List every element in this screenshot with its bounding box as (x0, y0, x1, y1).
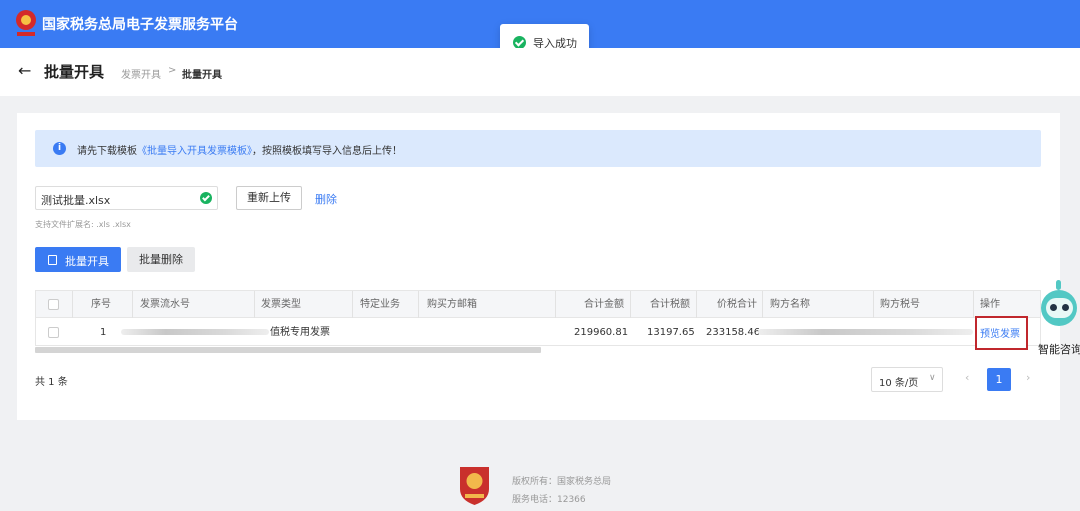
redacted-buyer-info (758, 329, 973, 335)
col-header-tax: 合计税额 (650, 299, 690, 310)
platform-title: 国家税务总局电子发票服务平台 (42, 17, 238, 33)
column-divider (696, 291, 697, 318)
column-divider (762, 291, 763, 318)
select-all-checkbox[interactable] (48, 299, 59, 310)
batch-delete-button[interactable]: 批量删除 (127, 247, 195, 272)
column-divider (132, 291, 133, 318)
batch-issue-label: 批量开具 (65, 255, 109, 268)
chevron-down-icon: ∨ (929, 373, 936, 383)
col-header-buyer-taxid: 购方税号 (880, 299, 920, 310)
tax-shield-emblem-icon (460, 467, 489, 505)
tax-emblem-icon (16, 10, 36, 36)
row-amount: 219960.81 (574, 327, 629, 338)
page-size-value: 10 条/页 (879, 378, 919, 389)
column-divider (873, 291, 874, 318)
row-checkbox[interactable] (48, 327, 59, 338)
table-row: 1 值税专用发票 219960.81 13197.65 233158.46 (36, 319, 1040, 346)
prev-page-icon[interactable]: ‹ (965, 371, 969, 384)
column-divider (630, 291, 631, 318)
redacted-serial (121, 329, 269, 335)
breadcrumb-item-current: 批量开具 (182, 70, 222, 81)
column-divider (72, 291, 73, 318)
batch-issue-button[interactable]: 批量开具 (35, 247, 121, 272)
page-header: ← 批量开具 发票开具 > 批量开具 (0, 48, 1080, 96)
col-header-buyer-name: 购方名称 (770, 299, 810, 310)
row-invoice-type: 值税专用发票 (270, 327, 330, 338)
file-extension-hint: 支持文件扩展名: .xls .xlsx (35, 220, 131, 229)
column-divider (555, 291, 556, 318)
footer-phone: 服务电话：12366 (512, 495, 586, 505)
smart-assistant-avatar[interactable] (1036, 278, 1080, 338)
next-page-icon[interactable]: › (1026, 371, 1030, 384)
info-icon: i (53, 142, 66, 155)
preview-invoice-link[interactable]: 预览发票 (980, 325, 1020, 340)
invoice-table: 序号 发票流水号 发票类型 特定业务 购买方邮箱 合计金额 合计税额 价税合计 … (35, 290, 1041, 346)
col-header-action: 操作 (980, 299, 1000, 310)
file-name: 测试批量.xlsx (41, 194, 111, 207)
row-index: 1 (100, 327, 107, 338)
row-total: 233158.46 (706, 327, 761, 338)
column-divider (973, 291, 974, 318)
col-header-total: 价税合计 (717, 299, 757, 310)
delete-file-link[interactable]: 删除 (315, 191, 337, 207)
robot-eye-right (1062, 304, 1069, 311)
reupload-button[interactable]: 重新上传 (236, 186, 302, 210)
antenna-shape (1056, 280, 1061, 290)
breadcrumb-item-issue[interactable]: 发票开具 (121, 66, 161, 81)
page-size-select[interactable]: 10 条/页 ∨ (871, 367, 943, 392)
template-notice: i 请先下载模板《批量导入开具发票模板》，按照模板填写导入信息后上传！ (35, 130, 1041, 167)
document-icon (48, 255, 57, 265)
col-header-business: 特定业务 (360, 299, 400, 310)
robot-eye-left (1050, 304, 1057, 311)
col-header-email: 购买方邮箱 (427, 299, 477, 310)
notice-text: 请先下载模板《批量导入开具发票模板》，按照模板填写导入信息后上传！ (77, 146, 402, 157)
action-highlight-box: 预览发票 (975, 316, 1028, 350)
col-header-serial: 发票流水号 (140, 299, 190, 310)
table-header: 序号 发票流水号 发票类型 特定业务 购买方邮箱 合计金额 合计税额 价税合计 … (36, 291, 1040, 318)
main-card: i 请先下载模板《批量导入开具发票模板》，按照模板填写导入信息后上传！ 测试批量… (17, 113, 1060, 420)
back-arrow-icon[interactable]: ← (18, 61, 31, 80)
row-tax: 13197.65 (647, 327, 695, 338)
upload-success-icon (200, 192, 212, 204)
column-divider (254, 291, 255, 318)
page-title: 批量开具 (44, 63, 105, 81)
column-divider (352, 291, 353, 318)
uploaded-file-field: 测试批量.xlsx (35, 186, 218, 210)
footer-copyright: 版权所有：国家税务总局 (512, 477, 612, 487)
total-count: 共 1 条 (35, 377, 68, 388)
col-header-type: 发票类型 (261, 299, 301, 310)
col-header-amount: 合计金额 (584, 299, 624, 310)
horizontal-scrollbar[interactable] (35, 347, 541, 353)
breadcrumb-separator-icon: > (168, 65, 177, 76)
template-download-link[interactable]: 《批量导入开具发票模板》 (137, 146, 252, 157)
current-page-button[interactable]: 1 (987, 368, 1011, 391)
column-divider (418, 291, 419, 318)
smart-assistant-label[interactable]: 智能咨询 (1038, 341, 1080, 357)
col-header-index: 序号 (91, 299, 111, 310)
